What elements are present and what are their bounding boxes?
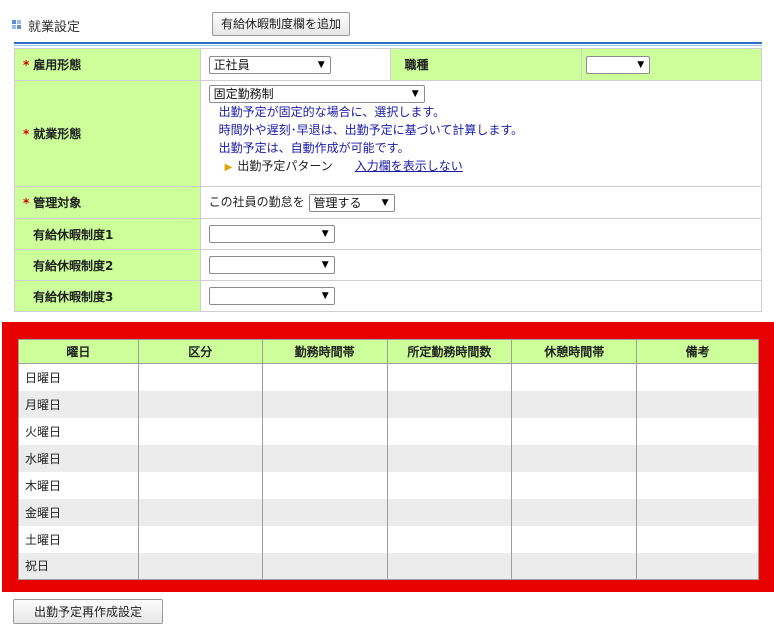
scheduled-hours-cell[interactable]: [386, 390, 513, 418]
recreate-schedule-button[interactable]: 出勤予定再作成設定: [13, 599, 163, 624]
scheduled-hours-cell[interactable]: [386, 525, 513, 553]
paid-leave-2-label: 有給休暇制度2: [14, 249, 201, 281]
employment-settings-form: * 雇用形態 正社員 ▼ 職種 ▼ * 就業形態 固定勤務制 ▼ 出勤予定が固定的な場合…: [14, 48, 763, 312]
paid-leave-1-select[interactable]: ▼: [208, 225, 335, 243]
table-row: 木曜日: [18, 471, 759, 499]
work-hours-cell[interactable]: [261, 552, 388, 580]
column-header: 休憩時間帯: [511, 339, 638, 364]
hide-input-link[interactable]: 入力欄を表示しない: [355, 159, 463, 173]
work-hours-cell[interactable]: [261, 525, 388, 553]
job-type-select[interactable]: ▼: [586, 55, 651, 74]
schedule-pattern-row: ▶ 出勤予定パターン 入力欄を表示しない: [224, 159, 463, 173]
triangle-right-icon: ▶: [224, 162, 233, 173]
paid-leave-3-select[interactable]: ▼: [208, 287, 335, 305]
break-cell[interactable]: [511, 525, 638, 553]
category-cell[interactable]: [137, 525, 263, 553]
table-row: 日曜日: [18, 363, 759, 391]
employment-type-label: * 雇用形態: [14, 48, 201, 81]
table-row: 金曜日: [18, 498, 759, 526]
category-cell[interactable]: [137, 390, 263, 418]
break-cell[interactable]: [511, 498, 638, 526]
remarks-cell[interactable]: [636, 471, 759, 499]
work-hours-cell[interactable]: [261, 363, 388, 391]
remarks-cell[interactable]: [636, 363, 759, 391]
scheduled-hours-cell[interactable]: [386, 471, 513, 499]
break-cell[interactable]: [511, 552, 638, 580]
dropdown-arrow-icon: ▼: [637, 59, 645, 70]
break-cell[interactable]: [511, 390, 638, 418]
table-row: 月曜日: [18, 390, 759, 418]
break-cell[interactable]: [511, 417, 638, 445]
work-hours-cell[interactable]: [261, 417, 388, 445]
header-divider-light: [14, 45, 762, 46]
work-hours-cell[interactable]: [261, 498, 388, 526]
dropdown-arrow-icon: ▼: [321, 229, 329, 239]
break-cell[interactable]: [511, 363, 638, 391]
category-cell[interactable]: [137, 363, 263, 391]
remarks-cell[interactable]: [636, 390, 759, 418]
dropdown-arrow-icon: ▼: [317, 59, 325, 70]
break-cell[interactable]: [511, 444, 638, 472]
category-cell[interactable]: [137, 444, 263, 472]
table-row: 火曜日: [18, 417, 759, 445]
section-header: 就業設定: [12, 12, 772, 38]
work-hours-cell[interactable]: [261, 444, 388, 472]
column-header: 曜日: [18, 339, 139, 364]
work-style-label: * 就業形態: [14, 80, 201, 187]
weekly-schedule-table: 曜日 区分 勤務時間帯 所定勤務時間数 休憩時間帯 備考 日曜日 月曜日 火曜日…: [18, 339, 759, 580]
add-paid-leave-button[interactable]: 有給休暇制度欄を追加: [212, 12, 351, 36]
scheduled-hours-cell[interactable]: [386, 498, 513, 526]
remarks-cell[interactable]: [636, 525, 759, 553]
day-cell: 祝日: [18, 552, 139, 580]
dropdown-arrow-icon: ▼: [411, 89, 419, 99]
grid-icon: [12, 20, 22, 30]
remarks-cell[interactable]: [636, 552, 759, 580]
break-cell[interactable]: [511, 471, 638, 499]
remarks-cell[interactable]: [636, 498, 759, 526]
scheduled-hours-cell[interactable]: [386, 417, 513, 445]
day-cell: 月曜日: [18, 390, 139, 418]
paid-leave-1-label: 有給休暇制度1: [14, 218, 201, 250]
column-header: 勤務時間帯: [261, 339, 388, 364]
scheduled-hours-cell[interactable]: [386, 363, 513, 391]
column-header: 区分: [137, 339, 263, 364]
dropdown-arrow-icon: ▼: [321, 291, 329, 301]
paid-leave-3-label: 有給休暇制度3: [14, 280, 201, 312]
day-cell: 水曜日: [18, 444, 139, 472]
employment-type-select[interactable]: 正社員 ▼: [208, 55, 331, 74]
category-cell[interactable]: [137, 552, 263, 580]
column-header: 所定勤務時間数: [386, 339, 513, 364]
remarks-cell[interactable]: [636, 417, 759, 445]
column-header: 備考: [636, 339, 759, 364]
work-style-select[interactable]: 固定勤務制 ▼: [208, 85, 425, 103]
category-cell[interactable]: [137, 498, 263, 526]
dropdown-arrow-icon: ▼: [321, 260, 329, 270]
category-cell[interactable]: [137, 417, 263, 445]
paid-leave-2-select[interactable]: ▼: [208, 256, 335, 274]
table-row: 水曜日: [18, 444, 759, 472]
day-cell: 火曜日: [18, 417, 139, 445]
header-divider: [14, 42, 762, 44]
manage-target-select[interactable]: 管理する ▼: [308, 193, 395, 212]
work-hours-cell[interactable]: [261, 390, 388, 418]
manage-target-label: * 管理対象: [14, 186, 201, 219]
category-cell[interactable]: [137, 471, 263, 499]
scheduled-hours-cell[interactable]: [386, 552, 513, 580]
page-title: 就業設定: [28, 20, 81, 35]
work-style-info: 出勤予定が固定的な場合に、選択します。 時間外や遅刻･早退は、出勤予定に基づいて…: [218, 105, 524, 155]
dropdown-arrow-icon: ▼: [381, 197, 389, 208]
day-cell: 日曜日: [18, 363, 139, 391]
day-cell: 木曜日: [18, 471, 139, 499]
scheduled-hours-cell[interactable]: [386, 444, 513, 472]
job-type-label: 職種: [389, 48, 583, 81]
table-row: 祝日: [18, 552, 759, 580]
table-row: 土曜日: [18, 525, 759, 553]
manage-target-prefix: この社員の勤怠を: [208, 195, 305, 210]
day-cell: 土曜日: [18, 525, 139, 553]
remarks-cell[interactable]: [636, 444, 759, 472]
work-hours-cell[interactable]: [261, 471, 388, 499]
day-cell: 金曜日: [18, 498, 139, 526]
